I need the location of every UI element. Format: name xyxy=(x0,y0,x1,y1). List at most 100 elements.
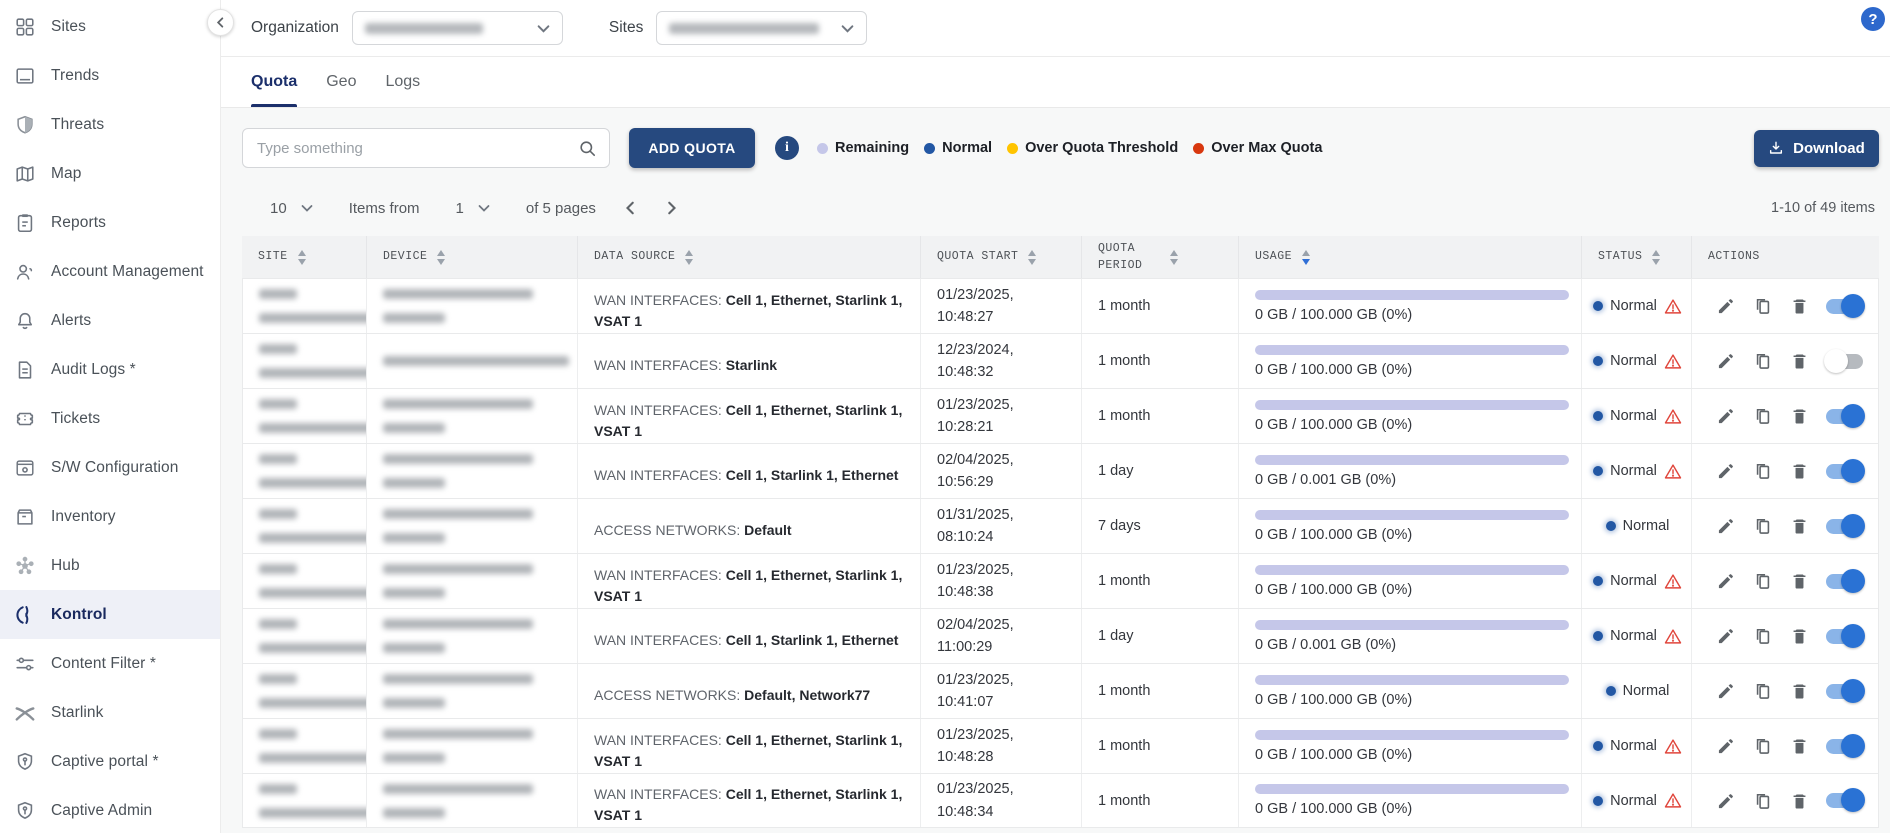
enable-toggle[interactable] xyxy=(1826,354,1863,369)
tab-geo[interactable]: Geo xyxy=(326,57,356,107)
sort-icon[interactable] xyxy=(1028,250,1036,265)
enable-toggle[interactable] xyxy=(1826,299,1863,314)
sidebar-item-reports[interactable]: Reports xyxy=(0,198,220,247)
warning-icon[interactable] xyxy=(1664,792,1682,809)
previous-page-button[interactable] xyxy=(624,201,638,215)
enable-toggle[interactable] xyxy=(1826,409,1863,424)
warning-icon[interactable] xyxy=(1664,628,1682,645)
edit-button[interactable] xyxy=(1716,791,1736,811)
info-icon[interactable]: i xyxy=(775,136,799,160)
edit-button[interactable] xyxy=(1716,406,1736,426)
actions-cell xyxy=(1691,774,1879,827)
warning-icon[interactable] xyxy=(1664,463,1682,480)
blurred-text xyxy=(259,698,366,708)
edit-button[interactable] xyxy=(1716,516,1736,536)
sidebar-item-tickets[interactable]: Tickets xyxy=(0,394,220,443)
sites-select[interactable] xyxy=(656,11,867,45)
next-page-button[interactable] xyxy=(664,201,678,215)
delete-button[interactable] xyxy=(1790,296,1809,316)
warning-icon[interactable] xyxy=(1664,738,1682,755)
duplicate-button[interactable] xyxy=(1753,571,1773,591)
sort-icon[interactable] xyxy=(1652,250,1660,265)
delete-button[interactable] xyxy=(1790,461,1809,481)
sidebar-item-kontrol[interactable]: Kontrol xyxy=(0,590,220,639)
edit-button[interactable] xyxy=(1716,736,1736,756)
column-header-status[interactable]: STATUS xyxy=(1581,236,1691,278)
enable-toggle[interactable] xyxy=(1826,574,1863,589)
help-button[interactable]: ? xyxy=(1861,7,1885,31)
search-input[interactable] xyxy=(257,140,578,157)
sidebar-item-hub[interactable]: Hub xyxy=(0,541,220,590)
tab-logs[interactable]: Logs xyxy=(385,57,420,107)
duplicate-button[interactable] xyxy=(1753,406,1773,426)
duplicate-button[interactable] xyxy=(1753,351,1773,371)
data-source-cell: WAN INTERFACES: Cell 1, Ethernet, Starli… xyxy=(577,389,920,443)
delete-button[interactable] xyxy=(1790,681,1809,701)
organization-select[interactable] xyxy=(352,11,563,45)
delete-button[interactable] xyxy=(1790,626,1809,646)
sort-icon[interactable] xyxy=(685,250,693,265)
usage-text: 0 GB / 100.000 GB (0%) xyxy=(1255,362,1569,378)
column-header-site[interactable]: SITE xyxy=(242,236,366,278)
edit-button[interactable] xyxy=(1716,296,1736,316)
delete-button[interactable] xyxy=(1790,791,1809,811)
sort-icon[interactable] xyxy=(1170,250,1178,265)
add-quota-button[interactable]: ADD QUOTA xyxy=(629,128,755,168)
sidebar-item-captive-admin[interactable]: Captive Admin xyxy=(0,786,220,833)
enable-toggle[interactable] xyxy=(1826,684,1863,699)
warning-icon[interactable] xyxy=(1664,298,1682,315)
collapse-sidebar-button[interactable] xyxy=(207,9,234,36)
status-cell: Normal xyxy=(1581,774,1691,827)
enable-toggle[interactable] xyxy=(1826,519,1863,534)
sort-icon[interactable] xyxy=(437,250,445,265)
edit-button[interactable] xyxy=(1716,351,1736,371)
sidebar-item-audit-logs[interactable]: Audit Logs * xyxy=(0,345,220,394)
warning-icon[interactable] xyxy=(1664,353,1682,370)
delete-button[interactable] xyxy=(1790,736,1809,756)
tab-quota[interactable]: Quota xyxy=(251,57,297,107)
sidebar-item-captive-portal[interactable]: Captive portal * xyxy=(0,737,220,786)
sidebar-item-threats[interactable]: Threats xyxy=(0,100,220,149)
edit-button[interactable] xyxy=(1716,461,1736,481)
sort-icon-active-desc[interactable] xyxy=(1302,250,1310,265)
duplicate-button[interactable] xyxy=(1753,461,1773,481)
edit-button[interactable] xyxy=(1716,681,1736,701)
page-select[interactable]: 1 xyxy=(456,200,490,217)
sidebar-item-sw-configuration[interactable]: S/W Configuration xyxy=(0,443,220,492)
sidebar-item-sites[interactable]: Sites xyxy=(0,2,220,51)
delete-button[interactable] xyxy=(1790,351,1809,371)
enable-toggle[interactable] xyxy=(1826,464,1863,479)
sidebar-item-content-filter[interactable]: Content Filter * xyxy=(0,639,220,688)
column-header-quota-period[interactable]: QUOTA PERIOD xyxy=(1081,236,1238,278)
duplicate-button[interactable] xyxy=(1753,736,1773,756)
duplicate-button[interactable] xyxy=(1753,681,1773,701)
column-header-quota-start[interactable]: QUOTA START xyxy=(920,236,1081,278)
duplicate-button[interactable] xyxy=(1753,296,1773,316)
edit-button[interactable] xyxy=(1716,571,1736,591)
duplicate-button[interactable] xyxy=(1753,791,1773,811)
enable-toggle[interactable] xyxy=(1826,739,1863,754)
download-button[interactable]: Download xyxy=(1754,130,1879,167)
duplicate-button[interactable] xyxy=(1753,516,1773,536)
column-header-device[interactable]: DEVICE xyxy=(366,236,577,278)
sidebar-item-inventory[interactable]: Inventory xyxy=(0,492,220,541)
sidebar-item-starlink[interactable]: Starlink xyxy=(0,688,220,737)
delete-button[interactable] xyxy=(1790,406,1809,426)
delete-button[interactable] xyxy=(1790,571,1809,591)
warning-icon[interactable] xyxy=(1664,408,1682,425)
column-header-data-source[interactable]: DATA SOURCE xyxy=(577,236,920,278)
column-header-usage[interactable]: USAGE xyxy=(1238,236,1581,278)
sidebar-item-alerts[interactable]: Alerts xyxy=(0,296,220,345)
sidebar-item-map[interactable]: Map xyxy=(0,149,220,198)
duplicate-button[interactable] xyxy=(1753,626,1773,646)
delete-button[interactable] xyxy=(1790,516,1809,536)
sidebar-item-trends[interactable]: Trends xyxy=(0,51,220,100)
enable-toggle[interactable] xyxy=(1826,629,1863,644)
edit-button[interactable] xyxy=(1716,626,1736,646)
page-size-select[interactable]: 10 xyxy=(270,200,313,217)
warning-icon[interactable] xyxy=(1664,573,1682,590)
sort-icon[interactable] xyxy=(298,250,306,265)
enable-toggle[interactable] xyxy=(1826,793,1863,808)
sidebar-item-account-management[interactable]: Account Management xyxy=(0,247,220,296)
main-content: Organization Sites ? Quota Geo Logs xyxy=(220,0,1890,833)
